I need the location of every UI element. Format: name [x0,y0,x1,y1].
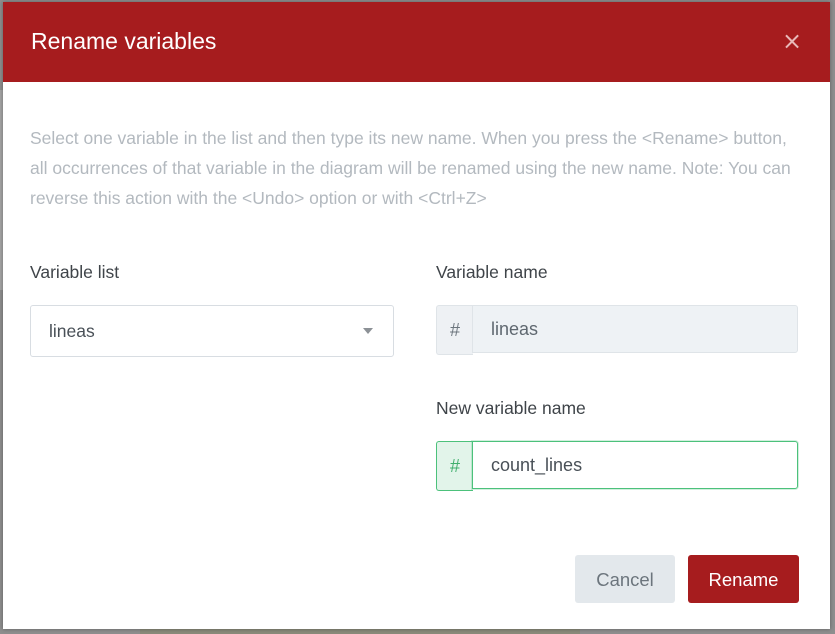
hash-prefix: # [436,441,473,491]
new-variable-name-group: # [436,441,800,491]
close-icon[interactable]: × [779,28,805,54]
caret-down-icon [363,328,373,334]
dialog-description: Select one variable in the list and then… [30,128,791,208]
variable-list-label: Variable list [30,262,120,282]
variable-list-selected-value: lineas [49,321,95,341]
variable-name-field: lineas [472,305,798,353]
new-variable-name-label: New variable name [436,398,586,418]
new-variable-name-input[interactable] [472,441,798,489]
hash-prefix: # [436,305,473,355]
rename-variables-dialog: Rename variables × Select one variable i… [3,2,830,629]
dialog-title: Rename variables [31,28,217,54]
dialog-header: Rename variables × [3,2,830,82]
rename-button[interactable]: Rename [688,555,799,603]
variable-name-label: Variable name [436,262,548,282]
backdrop [831,190,835,240]
variable-name-group: # lineas [436,305,800,355]
variable-list-select[interactable]: lineas [30,305,394,357]
cancel-button[interactable]: Cancel [575,555,675,603]
